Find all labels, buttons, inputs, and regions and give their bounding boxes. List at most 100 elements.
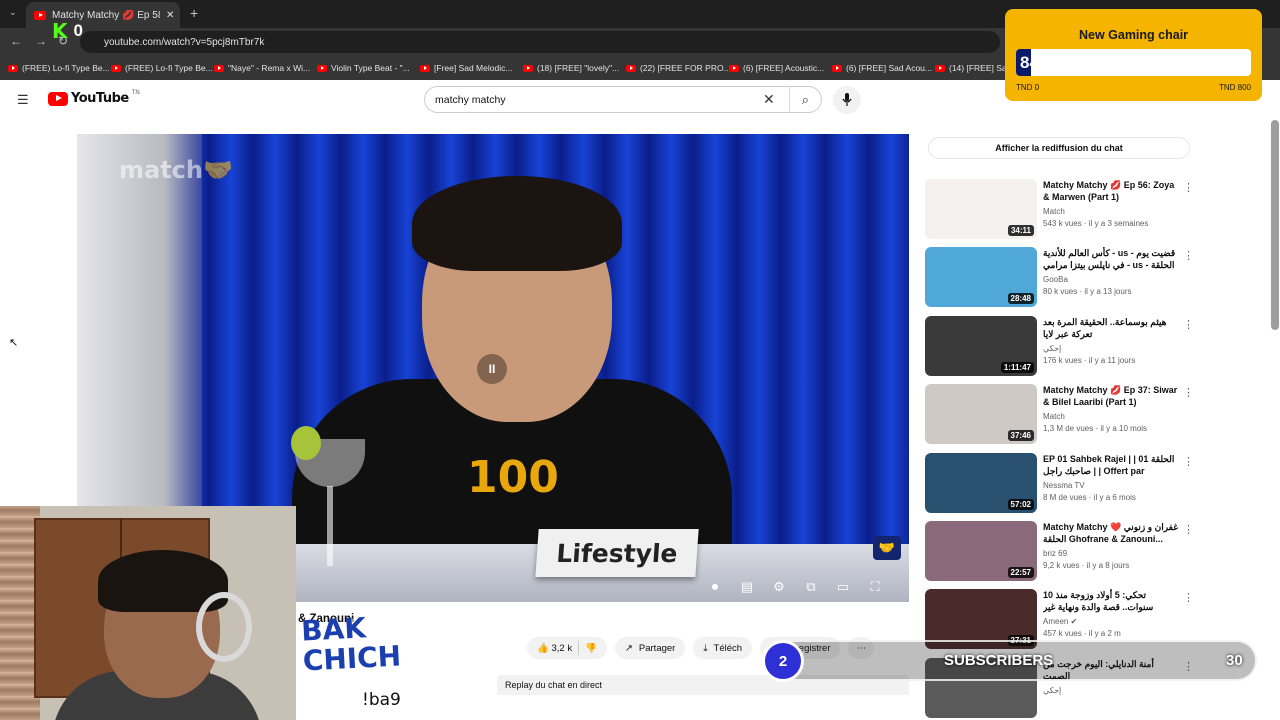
bookmark-label: [Free] Sad Melodic... — [434, 63, 513, 73]
channel-name[interactable]: Ameen ✔ — [1043, 617, 1077, 626]
channel-name[interactable]: GooBa — [1043, 275, 1068, 284]
recommended-video-title[interactable]: EP 01 Sahbek Rajel | | 01 الحلقة | صاحبك… — [1043, 453, 1179, 477]
channel-logo-icon[interactable]: 🤝 — [873, 536, 901, 560]
search-input[interactable]: matchy matchy — [425, 94, 763, 106]
page-scrollbar[interactable] — [1271, 120, 1279, 330]
url-text: youtube.com/watch?v=5pcj8mTbr7k — [104, 36, 265, 48]
settings-gear-icon[interactable]: ⚙ — [771, 579, 787, 595]
pause-icon[interactable]: II — [477, 354, 507, 384]
channel-name[interactable]: Match — [1043, 207, 1065, 216]
search-icon[interactable]: ⌕ — [790, 92, 821, 108]
more-options-icon[interactable]: ⋮ — [1183, 249, 1194, 262]
video-duration: 22:57 — [1007, 567, 1034, 578]
shirt-print: 100 — [467, 452, 559, 503]
more-options-icon[interactable]: ⋮ — [1183, 318, 1194, 331]
video-duration: 37:46 — [1007, 430, 1034, 441]
miniplayer-icon[interactable]: ⧉ — [803, 579, 819, 595]
tab-search-icon[interactable]: ⌄ — [9, 7, 17, 18]
autoplay-toggle-icon[interactable]: ⏺ — [707, 579, 723, 595]
bookmark-item[interactable]: (FREE) Lo-fi Type Be... — [111, 63, 214, 73]
bookmark-item[interactable]: [Free] Sad Melodic... — [420, 63, 523, 73]
youtube-play-icon — [48, 91, 68, 106]
url-field[interactable]: youtube.com/watch?v=5pcj8mTbr7k — [80, 31, 1000, 53]
search-box[interactable]: matchy matchy ✕ ⌕ — [424, 86, 822, 113]
recommended-video-title[interactable]: Matchy Matchy 💋 Ep 56: Zoya & Marwen (Pa… — [1043, 179, 1179, 203]
channel-name[interactable]: إحكي — [1043, 344, 1061, 353]
bookmark-item[interactable]: Violin Type Beat - "... — [317, 63, 420, 73]
goal-max-label: TND 800 — [1218, 83, 1251, 92]
bookmark-item[interactable]: (FREE) Lo-fi Type Be... — [8, 63, 111, 73]
voice-search-button[interactable] — [833, 86, 861, 114]
channel-name[interactable]: briz 69 — [1043, 549, 1067, 558]
video-thumbnail[interactable]: 28:48 — [925, 247, 1037, 307]
youtube-wordmark: YouTube — [71, 91, 129, 106]
youtube-favicon-icon — [214, 64, 224, 72]
subscriber-goal-label: SUBSCRIBERS — [944, 652, 1054, 669]
youtube-favicon-icon — [317, 64, 327, 72]
youtube-logo[interactable]: YouTube TN — [48, 90, 140, 106]
back-arrow-icon[interactable]: ← — [10, 34, 22, 48]
more-options-icon[interactable]: ⋮ — [1183, 455, 1194, 468]
theater-mode-icon[interactable]: ▭ — [835, 579, 851, 595]
kick-follower-overlay: K 0 — [52, 19, 83, 43]
recommended-video[interactable]: 28:48 كأس العالم للأندية - us - قضيت يوم … — [925, 247, 1195, 309]
more-options-icon[interactable]: ⋮ — [1183, 386, 1194, 399]
recommended-video-title[interactable]: تحكي: 5 أولاد وزوجة منذ 10 سنوات.. قصة و… — [1043, 589, 1179, 613]
kick-logo-icon: K — [52, 19, 68, 43]
channel-name[interactable]: إحكي — [1043, 686, 1061, 695]
headset-icon — [196, 592, 252, 662]
channel-name[interactable]: Match — [1043, 412, 1065, 421]
bookmark-item[interactable]: (22) [FREE FOR PRO... — [626, 63, 729, 73]
recommended-video[interactable]: 22:57 Matchy Matchy ❤️ غفران و زنوني الحل… — [925, 521, 1195, 583]
share-button[interactable]: ↗ Partager — [614, 637, 686, 659]
recommended-video[interactable]: 57:02 EP 01 Sahbek Rajel | | 01 الحلقة | … — [925, 453, 1195, 515]
more-options-icon[interactable]: ⋮ — [1183, 591, 1194, 604]
tab-title: Matchy Matchy 💋 Ep 58 — [52, 9, 160, 21]
video-meta: 176 k vues · il y a 11 jours — [1043, 356, 1136, 365]
bookmark-item[interactable]: (6) [FREE] Sad Acou... — [832, 63, 935, 73]
video-thumbnail[interactable]: 34:11 — [925, 179, 1037, 239]
recommended-video-title[interactable]: هيثم بوسماعة.. الحقيقة المرة بعد تعركة ع… — [1043, 316, 1179, 340]
youtube-favicon-icon — [729, 64, 739, 72]
like-button[interactable]: 👍 3,2 k — [537, 643, 572, 654]
video-thumbnail[interactable]: 57:02 — [925, 453, 1037, 513]
recommended-video[interactable]: 34:11 Matchy Matchy 💋 Ep 56: Zoya & Marwe… — [925, 179, 1195, 241]
clear-search-icon[interactable]: ✕ — [763, 91, 789, 108]
youtube-favicon-icon — [111, 64, 121, 72]
recommended-video-title[interactable]: كأس العالم للأندية - us - قضيت يوم في نا… — [1043, 247, 1179, 271]
forward-arrow-icon[interactable]: → — [35, 34, 47, 48]
bookmark-item[interactable]: (6) [FREE] Acoustic... — [729, 63, 832, 73]
bak-chich-logo: BAK CHICH — [300, 611, 402, 677]
show-chat-replay-button[interactable]: Afficher la rediffusion du chat — [928, 137, 1190, 159]
channel-name[interactable]: Nessma TV — [1043, 481, 1085, 490]
hamburger-menu-icon[interactable]: ☰ — [17, 92, 29, 108]
dislike-icon[interactable]: 👎 — [585, 643, 597, 654]
bookmark-item[interactable]: (18) [FREE] "lovely"... — [523, 63, 626, 73]
recommended-video-title[interactable]: Matchy Matchy 💋 Ep 37: Siwar & Bilel Laa… — [1043, 384, 1179, 408]
download-label: Téléch — [713, 642, 743, 654]
video-thumbnail[interactable]: 37:46 — [925, 384, 1037, 444]
video-thumbnail[interactable]: 1:11:47 — [925, 316, 1037, 376]
download-icon: ⤓ — [703, 642, 708, 654]
recommended-video-title[interactable]: Matchy Matchy ❤️ غفران و زنوني الحلقة Gh… — [1043, 521, 1179, 545]
recommended-video[interactable]: 37:46 Matchy Matchy 💋 Ep 37: Siwar & Bile… — [925, 384, 1195, 446]
bookmark-label: (6) [FREE] Acoustic... — [743, 63, 825, 73]
new-tab-icon[interactable]: + — [190, 5, 198, 21]
bookmark-item[interactable]: "Naye" - Rema x Wi... — [214, 63, 317, 73]
youtube-favicon-icon — [935, 64, 945, 72]
download-button[interactable]: ⤓ Téléch — [693, 637, 753, 659]
subscriber-goal-target: 30 — [1226, 652, 1243, 669]
more-options-icon[interactable]: ⋮ — [1183, 181, 1194, 194]
video-meta: 1,3 M de vues · il y a 10 mois — [1043, 424, 1148, 433]
donation-goal-widget: New Gaming chair 84 TND 0 TND 800 — [1005, 9, 1262, 101]
fullscreen-icon[interactable]: ⛶ — [867, 579, 883, 595]
microphone-icon — [842, 93, 852, 106]
recommended-video[interactable]: 1:11:47 هيثم بوسماعة.. الحقيقة المرة بعد … — [925, 316, 1195, 378]
video-thumbnail[interactable]: 22:57 — [925, 521, 1037, 581]
subtitles-icon[interactable]: ▤ — [739, 579, 755, 595]
youtube-favicon-icon — [8, 64, 18, 72]
more-options-icon[interactable]: ⋮ — [1183, 523, 1194, 536]
youtube-favicon-icon — [34, 10, 46, 20]
browser-tab[interactable]: Matchy Matchy 💋 Ep 58 ✕ — [26, 2, 180, 28]
tab-close-icon[interactable]: ✕ — [166, 10, 174, 21]
